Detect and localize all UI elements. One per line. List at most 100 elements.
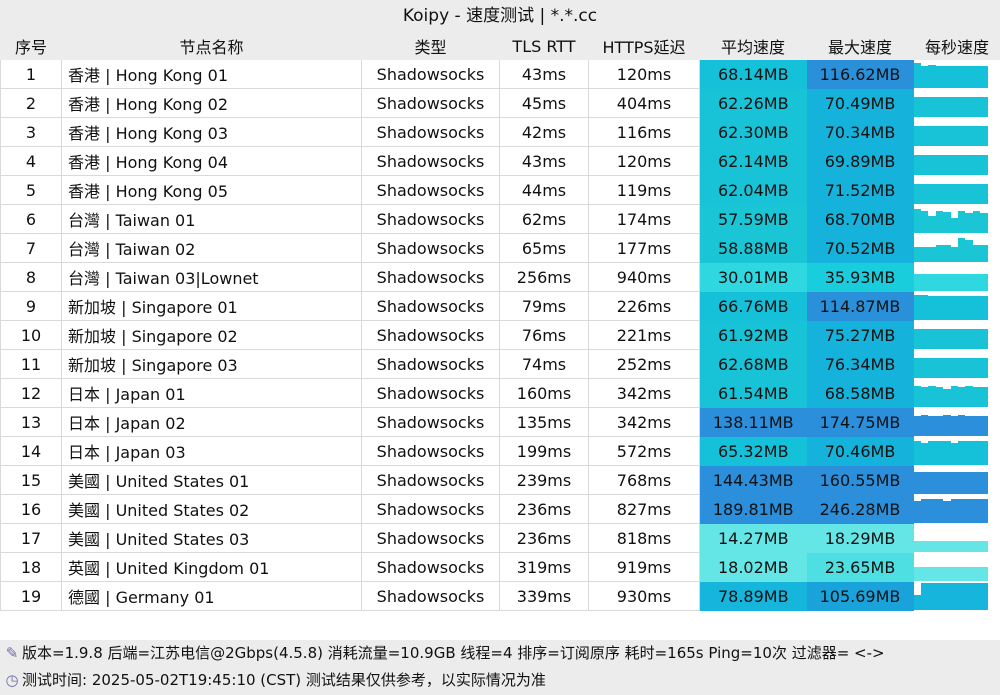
speed-bar: [943, 245, 951, 262]
protocol-type: Shadowsocks: [361, 59, 500, 89]
max-speed: 70.34MB: [806, 117, 914, 147]
avg-speed: 62.30MB: [699, 117, 807, 147]
speed-bar: [980, 329, 988, 349]
protocol-type: Shadowsocks: [361, 262, 500, 292]
avg-speed: 62.04MB: [699, 175, 807, 205]
tls-rtt: 256ms: [499, 262, 589, 292]
tls-rtt: 74ms: [499, 349, 589, 379]
speed-bar: [957, 238, 966, 262]
speed-bar: [957, 499, 966, 523]
node-name: 台灣 | Taiwan 03|Lownet: [61, 262, 362, 292]
speed-bar: [972, 274, 981, 291]
speed-bar: [935, 441, 944, 465]
speed-bar: [928, 386, 936, 407]
https-delay: 221ms: [588, 320, 700, 350]
avg-speed: 62.26MB: [699, 88, 807, 118]
per-second-speed-chart: [913, 408, 1000, 437]
node-name: 美國 | United States 02: [61, 494, 362, 524]
speed-bar: [950, 540, 958, 552]
speed-bar: [965, 358, 973, 378]
speed-bar: [950, 471, 958, 494]
table-row: 7 台灣 | Taiwan 02 Shadowsocks 65ms 177ms 58.88…: [0, 233, 1000, 263]
per-second-speed-chart: [913, 466, 1000, 495]
max-speed: 75.27MB: [806, 320, 914, 350]
wrench-icon: ✎: [5, 644, 19, 662]
max-speed: 35.93MB: [806, 262, 914, 292]
table-row: 15 美國 | United States 01 Shadowsocks 239ms 7…: [0, 465, 1000, 495]
table-row: 1 香港 | Hong Kong 01 Shadowsocks 43ms 120ms 68…: [0, 59, 1000, 89]
speed-bar: [965, 567, 973, 581]
speed-bar: [965, 296, 973, 320]
per-second-speed-chart: [913, 524, 1000, 553]
speed-bar: [928, 274, 936, 291]
https-delay: 342ms: [588, 378, 700, 408]
protocol-type: Shadowsocks: [361, 204, 500, 234]
table-row: 6 台灣 | Taiwan 01 Shadowsocks 62ms 174ms 57.59…: [0, 204, 1000, 234]
speed-bar: [920, 126, 929, 146]
speed-bar: [913, 540, 921, 552]
speed-bar: [935, 126, 944, 146]
speed-bar: [928, 416, 936, 436]
speed-bar: [913, 274, 921, 291]
speed-bar: [913, 97, 921, 117]
speed-bar: [965, 213, 973, 233]
speed-bar: [965, 155, 973, 175]
speed-bar: [920, 540, 929, 552]
protocol-type: Shadowsocks: [361, 436, 500, 466]
speed-bar: [935, 471, 944, 494]
protocol-type: Shadowsocks: [361, 494, 500, 524]
speed-bar: [913, 184, 921, 204]
tls-rtt: 135ms: [499, 407, 589, 437]
speed-bar: [965, 274, 973, 291]
avg-speed: 68.14MB: [699, 59, 807, 89]
speed-bar: [920, 387, 929, 407]
speed-bar: [972, 65, 981, 89]
speed-bar: [972, 184, 981, 204]
https-delay: 119ms: [588, 175, 700, 205]
speed-bar: [913, 594, 921, 610]
speed-bar: [935, 387, 944, 407]
row-index: 11: [0, 349, 62, 379]
speed-bar: [950, 65, 958, 89]
speed-bar: [928, 358, 936, 378]
avg-speed: 58.88MB: [699, 233, 807, 263]
speed-bar: [935, 210, 944, 233]
speed-bar: [943, 358, 951, 378]
speed-bar: [957, 155, 966, 175]
speed-bar: [920, 471, 929, 494]
https-delay: 116ms: [588, 117, 700, 147]
speed-bar: [972, 245, 981, 262]
per-second-speed-chart: [913, 176, 1000, 205]
footer-info-text: 版本=1.9.8 后端=江苏电信@2Gbps(4.5.8) 消耗流量=10.9G…: [22, 644, 885, 662]
speed-bar: [913, 500, 921, 523]
speed-bar: [920, 329, 929, 349]
speed-bar: [957, 184, 966, 204]
speed-bar: [920, 246, 929, 262]
speed-bar: [913, 441, 921, 465]
speed-bar: [957, 471, 966, 494]
header-node-name: 节点名称: [61, 32, 362, 60]
speed-bar: [935, 583, 944, 610]
speed-bar: [957, 540, 966, 552]
https-delay: 404ms: [588, 88, 700, 118]
speed-bar: [943, 329, 951, 349]
speed-bar: [935, 499, 944, 523]
speed-bar: [950, 499, 958, 523]
table-row: 19 德國 | Germany 01 Shadowsocks 339ms 930ms 78…: [0, 581, 1000, 611]
row-index: 15: [0, 465, 62, 495]
max-speed: 76.34MB: [806, 349, 914, 379]
speed-bar: [943, 567, 951, 581]
speed-bar: [913, 126, 921, 146]
table-row: 18 英國 | United Kingdom 01 Shadowsocks 319ms…: [0, 552, 1000, 582]
speed-bar: [957, 567, 966, 581]
speed-bar: [972, 567, 981, 581]
speed-bar: [950, 217, 958, 233]
speed-bar: [928, 471, 936, 494]
speed-bar: [980, 126, 988, 146]
per-second-speed-chart: [913, 263, 1000, 292]
speed-bar: [928, 216, 936, 233]
https-delay: 120ms: [588, 146, 700, 176]
node-name: 新加坡 | Singapore 02: [61, 320, 362, 350]
header-max-speed: 最大速度: [806, 32, 914, 60]
speed-bar: [957, 415, 966, 436]
